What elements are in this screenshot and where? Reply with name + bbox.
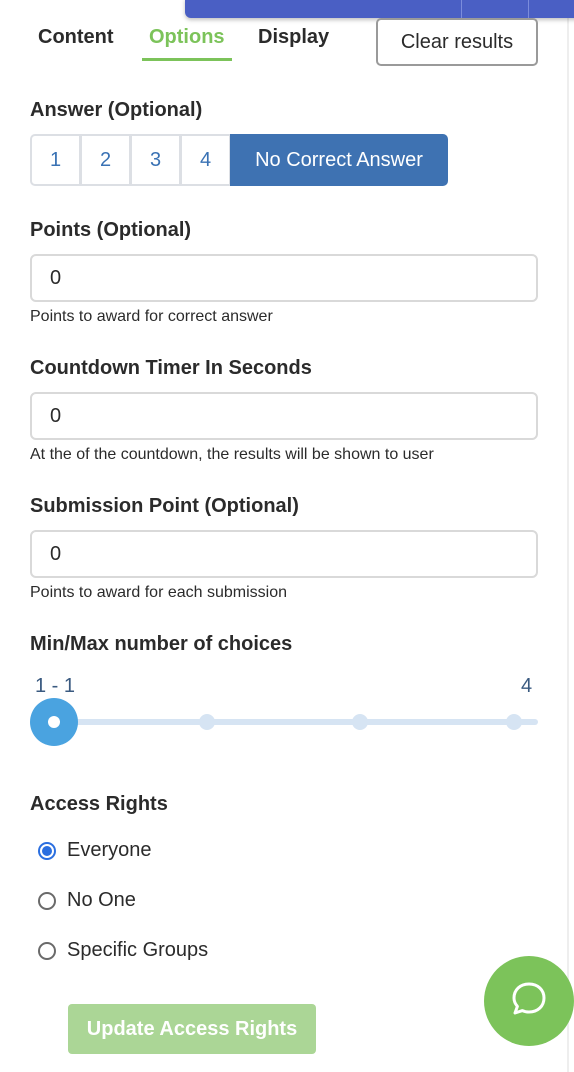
- choices-range-value: 1 - 1: [35, 675, 76, 697]
- tab-display[interactable]: Display: [258, 26, 329, 49]
- access-option-no-one[interactable]: No One: [38, 889, 136, 912]
- submission-point-help-text: Points to award for each submission: [30, 584, 288, 601]
- points-label: Points (Optional): [30, 219, 192, 241]
- radio-button[interactable]: [38, 841, 56, 860]
- choices-slider-handle[interactable]: [30, 698, 78, 746]
- choices-label: Min/Max number of choices: [30, 633, 293, 655]
- update-access-rights-button[interactable]: Update Access Rights: [68, 1004, 316, 1054]
- answer-button-group: 1 2 3 4 No Correct Answer: [30, 134, 448, 186]
- countdown-label: Countdown Timer In Seconds: [30, 357, 312, 379]
- points-input[interactable]: 0: [30, 254, 538, 302]
- answer-option-2[interactable]: 2: [80, 134, 131, 186]
- countdown-input[interactable]: 0: [30, 392, 538, 440]
- clear-results-button[interactable]: Clear results: [376, 18, 538, 66]
- top-toolbar-strip: [185, 0, 574, 18]
- slider-step-dot: [199, 714, 215, 730]
- submission-point-label: Submission Point (Optional): [30, 495, 299, 517]
- radio-button[interactable]: [38, 941, 56, 960]
- answer-option-no-correct[interactable]: No Correct Answer: [230, 134, 448, 186]
- answer-option-4[interactable]: 4: [180, 134, 231, 186]
- radio-selected-dot: [42, 845, 52, 856]
- access-option-everyone[interactable]: Everyone: [38, 839, 152, 862]
- slider-step-dot: [506, 714, 522, 730]
- toolbar-divider: [461, 0, 462, 18]
- submission-point-input[interactable]: 0: [30, 530, 538, 578]
- tab-content[interactable]: Content: [38, 26, 114, 49]
- access-option-specific-groups[interactable]: Specific Groups: [38, 939, 208, 962]
- choices-slider-track[interactable]: [54, 719, 538, 725]
- access-rights-label: Access Rights: [30, 793, 168, 815]
- tab-options[interactable]: Options: [149, 26, 225, 49]
- countdown-help-text: At the of the countdown, the results wil…: [30, 446, 434, 463]
- answer-option-1[interactable]: 1: [30, 134, 81, 186]
- answer-label: Answer (Optional): [30, 99, 203, 121]
- slider-handle-center: [48, 716, 60, 728]
- chat-bubble-icon: [509, 979, 549, 1024]
- points-help-text: Points to award for correct answer: [30, 308, 273, 325]
- access-option-label: No One: [67, 889, 136, 911]
- chat-launcher-button[interactable]: [484, 956, 574, 1046]
- active-tab-indicator: [142, 58, 232, 61]
- toolbar-divider: [528, 0, 529, 18]
- answer-option-3[interactable]: 3: [130, 134, 181, 186]
- choices-max-label: 4: [521, 675, 533, 697]
- access-option-label: Specific Groups: [67, 939, 209, 961]
- radio-button[interactable]: [38, 891, 56, 910]
- access-option-label: Everyone: [67, 839, 152, 861]
- slider-step-dot: [352, 714, 368, 730]
- panel-right-border: [567, 0, 569, 1072]
